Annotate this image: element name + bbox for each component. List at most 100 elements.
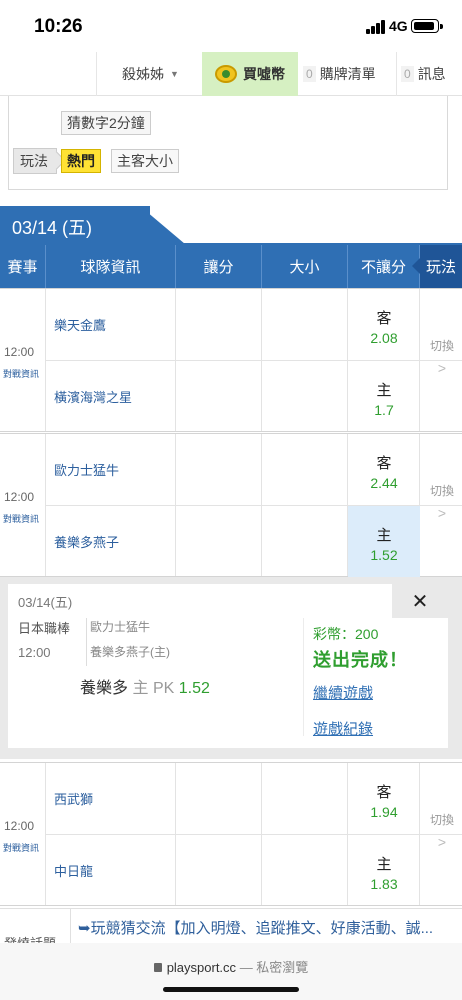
chevron-right-icon: > [437, 505, 447, 521]
home-team[interactable]: 養樂多燕子 [54, 532, 119, 551]
home-moneyline-odd-selected[interactable]: 主 1.52 [348, 506, 420, 577]
coin-icon [215, 65, 237, 83]
filter-panel: 猜數字2分鐘 玩法 熱門 主客大小 [8, 96, 448, 190]
odd-side-label: 客 [376, 310, 392, 327]
purchase-list-link[interactable]: 0 購牌清單 [303, 52, 376, 96]
confirm-home-team: 養樂多燕子(主) [90, 645, 170, 659]
status-time: 10:26 [34, 16, 83, 37]
match-info-link[interactable]: 對戰資訊 [3, 367, 39, 380]
header-moneyline: 不讓分 [348, 245, 420, 288]
odd-side-label: 主 [376, 382, 392, 399]
switch-play-button[interactable]: 切換 > [426, 811, 458, 850]
confirm-league: 日本職棒 [18, 621, 71, 636]
odd-side-label: 客 [376, 455, 392, 472]
home-away-filter-tag[interactable]: 主客大小 [111, 149, 179, 173]
caret-down-icon: ▼ [170, 69, 179, 79]
date-label: 03/14 (五) [12, 218, 93, 238]
home-team[interactable]: 橫濱海灣之星 [54, 387, 132, 406]
odd-value: 1.52 [370, 547, 398, 563]
hot-topic-link[interactable]: ➥玩競猜交流【加入明燈、追蹤推文、好康活動、誠... [78, 917, 433, 938]
odd-side-label: 主 [376, 527, 392, 544]
match-info-link[interactable]: 對戰資訊 [3, 841, 39, 854]
confirm-time: 12:00 [18, 645, 51, 660]
odd-value: 1.7 [374, 402, 394, 418]
message-count-badge: 0 [401, 66, 414, 82]
switch-play-button[interactable]: 切換 > [426, 482, 458, 521]
buy-coins-label: 買噓幣 [243, 66, 285, 82]
game-record-link[interactable]: 遊戲紀錄 [313, 718, 373, 739]
close-icon[interactable]: ✕ [392, 584, 448, 618]
switch-label: 切換 [429, 339, 454, 353]
url-text: playsport.cc [166, 960, 237, 975]
status-bar: 10:26 4G [0, 0, 462, 52]
browser-url-bar[interactable]: playsport.cc — 私密瀏覽 [0, 943, 462, 1000]
odd-side-label: 客 [376, 784, 392, 801]
pick-team: 養樂多 [80, 680, 129, 697]
submit-status: 送出完成！ [313, 650, 408, 670]
odd-value: 2.44 [370, 475, 398, 491]
away-team[interactable]: 西武獅 [54, 789, 93, 808]
confirm-away-team: 歐力士猛牛 [90, 620, 151, 634]
pick-odd: 1.52 [178, 680, 210, 697]
hot-filter-tag[interactable]: 熱門 [61, 149, 101, 173]
away-moneyline-odd[interactable]: 客 2.44 [348, 434, 420, 505]
user-name: 殺姊姊 [122, 66, 165, 82]
game-row: 12:00 對戰資訊 歐力士猛牛 養樂多燕子 客 2.44 主 1.52 切換 … [0, 433, 462, 577]
confirm-pick: 養樂多 主 PK 1.52 [80, 674, 210, 698]
play-type-label: 玩法 [13, 148, 57, 174]
odd-value: 1.94 [370, 804, 398, 820]
home-moneyline-odd[interactable]: 主 1.7 [348, 361, 420, 432]
pick-type: PK [152, 680, 175, 697]
away-moneyline-odd[interactable]: 客 1.94 [348, 763, 420, 834]
table-header: 賽事 球隊資訊 讓分 大小 不讓分 玩法 [0, 245, 462, 288]
away-moneyline-odd[interactable]: 客 2.08 [348, 289, 420, 360]
private-mode-label: — 私密瀏覽 [239, 960, 309, 975]
guess-number-tag[interactable]: 猜數字2分鐘 [61, 111, 151, 135]
confirm-date: 03/14(五) [18, 595, 73, 610]
odd-value: 2.08 [370, 330, 398, 346]
away-team[interactable]: 歐力士猛牛 [54, 460, 119, 479]
game-time: 12:00 [4, 345, 35, 359]
chevron-right-icon: > [437, 834, 447, 850]
home-team[interactable]: 中日龍 [54, 861, 93, 880]
buy-coins-button[interactable]: 買噓幣 [202, 52, 298, 96]
bet-confirmation-card: ✕ 03/14(五) 日本職棒 12:00 歐力士猛牛 養樂多燕子(主) 養樂多… [8, 584, 448, 748]
messages-link[interactable]: 0 訊息 [396, 52, 446, 96]
game-row: 12:00 對戰資訊 西武獅 中日龍 客 1.94 主 1.83 切換 > [0, 762, 462, 906]
home-moneyline-odd[interactable]: 主 1.83 [348, 835, 420, 906]
match-info-link[interactable]: 對戰資訊 [3, 512, 39, 525]
switch-play-button[interactable]: 切換 > [426, 337, 458, 376]
home-indicator[interactable] [163, 987, 299, 992]
messages-label: 訊息 [417, 66, 446, 82]
hot-topic-label: 發燒話題 [4, 933, 56, 943]
hot-topic-ticker: 發燒話題 ➥玩競猜交流【加入明燈、追蹤推文、好康活動、誠... [0, 908, 462, 943]
switch-label: 切換 [429, 484, 454, 498]
header-handicap: 讓分 [176, 245, 262, 288]
network-label: 4G [389, 18, 408, 34]
signal-icon [366, 20, 386, 34]
header-play-type: 玩法 [412, 245, 462, 288]
header-team-info: 球隊資訊 [46, 245, 176, 288]
purchase-list-label: 購牌清單 [319, 66, 376, 82]
bet-confirmation-overlay: ✕ 03/14(五) 日本職棒 12:00 歐力士猛牛 養樂多燕子(主) 養樂多… [0, 577, 462, 759]
cart-count-badge: 0 [303, 66, 316, 82]
top-nav: 殺姊姊 ▼ 買噓幣 0 購牌清單 0 訊息 [0, 52, 462, 96]
lock-icon [153, 963, 162, 972]
odd-value: 1.83 [370, 876, 398, 892]
chevron-right-icon: > [437, 360, 447, 376]
away-team[interactable]: 樂天金鷹 [54, 315, 106, 334]
continue-game-link[interactable]: 繼續遊戲 [313, 682, 373, 703]
game-time: 12:00 [4, 490, 35, 504]
user-menu[interactable]: 殺姊姊 ▼ [96, 52, 204, 96]
game-row: 12:00 對戰資訊 樂天金鷹 橫濱海灣之星 客 2.08 主 1.7 切換 > [0, 288, 462, 432]
switch-label: 切換 [429, 813, 454, 827]
battery-icon [411, 19, 443, 33]
date-tab: 03/14 (五) [0, 206, 185, 244]
url-display[interactable]: playsport.cc — 私密瀏覽 [0, 957, 462, 976]
game-time: 12:00 [4, 819, 35, 833]
header-over-under: 大小 [262, 245, 348, 288]
odd-side-label: 主 [376, 856, 392, 873]
coins-amount: 彩幣：200 [313, 626, 379, 642]
header-event: 賽事 [0, 245, 46, 288]
pick-side: 主 [132, 680, 149, 697]
